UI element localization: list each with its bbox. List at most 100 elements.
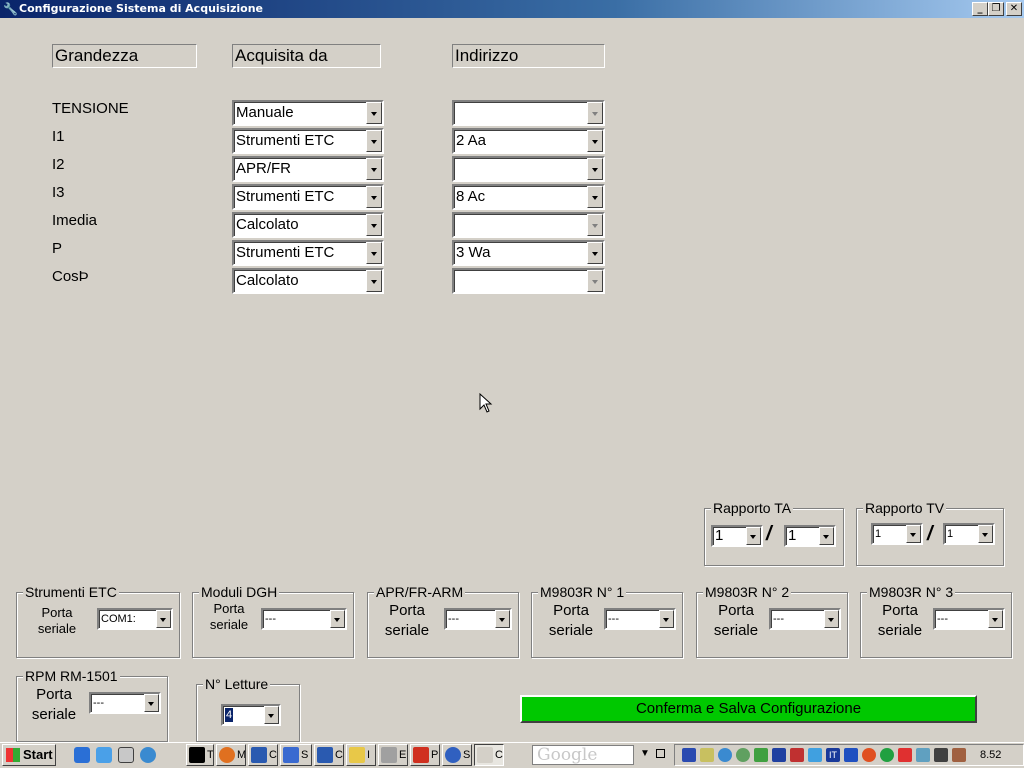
dropdown-arrow-icon[interactable] bbox=[366, 186, 382, 208]
group-title: RPM RM-1501 bbox=[23, 668, 120, 684]
address-select-i3[interactable]: 8 Ac bbox=[452, 184, 605, 210]
tray-icon[interactable] bbox=[808, 748, 822, 762]
source-value: Strumenti ETC bbox=[236, 132, 335, 149]
dropdown-arrow-icon[interactable] bbox=[978, 525, 993, 543]
source-select-tensione[interactable]: Manuale bbox=[232, 100, 384, 126]
source-select-imedia[interactable]: Calcolato bbox=[232, 212, 384, 238]
taskbar-item[interactable]: C bbox=[248, 744, 278, 766]
dropdown-arrow-icon[interactable] bbox=[587, 130, 603, 152]
dropdown-arrow-icon[interactable] bbox=[587, 186, 603, 208]
taskbar-item[interactable]: S bbox=[442, 744, 472, 766]
app-icon bbox=[445, 747, 461, 763]
restore-toolbar-icon[interactable] bbox=[656, 749, 665, 758]
dropdown-arrow-icon[interactable] bbox=[819, 527, 834, 545]
tray-icon[interactable] bbox=[790, 748, 804, 762]
tv-numerator-select[interactable]: 1 bbox=[871, 523, 923, 545]
port-select-rpm[interactable]: --- bbox=[89, 692, 161, 714]
start-button[interactable]: Start bbox=[2, 744, 56, 766]
chevron-down-icon[interactable]: ▼ bbox=[640, 748, 650, 759]
address-select-i2[interactable] bbox=[452, 156, 605, 182]
source-select-cosphi[interactable]: Calcolato bbox=[232, 268, 384, 294]
address-value: 2 Aa bbox=[456, 132, 487, 149]
taskbar-item[interactable]: C bbox=[314, 744, 344, 766]
ta-numerator-select[interactable]: 1 bbox=[711, 525, 763, 547]
taskbar-item[interactable]: T bbox=[186, 744, 214, 766]
port-select-m9803r-2[interactable]: --- bbox=[769, 608, 841, 630]
group-title: Moduli DGH bbox=[199, 584, 280, 600]
source-select-i1[interactable]: Strumenti ETC bbox=[232, 128, 384, 154]
port-select-moduli-dgh[interactable]: --- bbox=[261, 608, 347, 630]
taskbar-item[interactable]: S bbox=[280, 744, 312, 766]
language-icon[interactable]: IT bbox=[826, 748, 840, 762]
dropdown-arrow-icon[interactable] bbox=[366, 102, 382, 124]
source-select-i3[interactable]: Strumenti ETC bbox=[232, 184, 384, 210]
tray-icon[interactable] bbox=[682, 748, 696, 762]
port-select-m9803r-3[interactable]: --- bbox=[933, 608, 1005, 630]
dropdown-arrow-icon[interactable] bbox=[330, 610, 345, 628]
tray-icon[interactable] bbox=[898, 748, 912, 762]
tray-icon[interactable] bbox=[772, 748, 786, 762]
desktop-icon[interactable] bbox=[96, 747, 112, 763]
dropdown-arrow-icon[interactable] bbox=[587, 242, 603, 264]
dropdown-arrow-icon[interactable] bbox=[495, 610, 510, 628]
label-i1: I1 bbox=[52, 128, 65, 145]
notepad-icon[interactable] bbox=[118, 747, 134, 763]
dropdown-arrow-icon[interactable] bbox=[906, 525, 921, 543]
taskbar-item[interactable]: M bbox=[216, 744, 246, 766]
taskbar-item-active[interactable]: C bbox=[474, 744, 504, 766]
tray-icon[interactable] bbox=[754, 748, 768, 762]
ie-icon[interactable] bbox=[74, 747, 90, 763]
dropdown-arrow-icon[interactable] bbox=[366, 270, 382, 292]
dropdown-arrow-icon[interactable] bbox=[366, 130, 382, 152]
title-bar[interactable]: 🔧 Configurazione Sistema di Acquisizione… bbox=[0, 0, 1024, 18]
dropdown-arrow-icon[interactable] bbox=[366, 214, 382, 236]
tray-icon[interactable] bbox=[862, 748, 876, 762]
dropdown-arrow-icon[interactable] bbox=[144, 694, 159, 712]
speaker-icon[interactable] bbox=[700, 748, 714, 762]
taskbar-item[interactable]: E bbox=[378, 744, 408, 766]
tray-icon[interactable] bbox=[844, 748, 858, 762]
port-select-m9803r-1[interactable]: --- bbox=[604, 608, 676, 630]
source-select-p[interactable]: Strumenti ETC bbox=[232, 240, 384, 266]
media-player-icon[interactable] bbox=[140, 747, 156, 763]
source-value: Manuale bbox=[236, 104, 294, 121]
group-title: Strumenti ETC bbox=[23, 584, 119, 600]
port-select-strumenti-etc[interactable]: COM1: bbox=[97, 608, 173, 630]
tray-icon[interactable] bbox=[916, 748, 930, 762]
address-select-p[interactable]: 3 Wa bbox=[452, 240, 605, 266]
dropdown-arrow-icon[interactable] bbox=[264, 706, 279, 724]
port-select-apr-fr-arm[interactable]: --- bbox=[444, 608, 512, 630]
dropdown-arrow-icon[interactable] bbox=[746, 527, 761, 545]
tray-icon[interactable] bbox=[952, 748, 966, 762]
group-moduli-dgh: Moduli DGH Porta seriale --- bbox=[192, 584, 354, 658]
source-select-i2[interactable]: APR/FR bbox=[232, 156, 384, 182]
dropdown-arrow-icon[interactable] bbox=[366, 242, 382, 264]
ta-denominator-select[interactable]: 1 bbox=[784, 525, 836, 547]
tv-denominator-select[interactable]: 1 bbox=[943, 523, 995, 545]
address-select-imedia bbox=[452, 212, 605, 238]
taskbar-item[interactable]: I bbox=[346, 744, 376, 766]
dropdown-arrow-icon[interactable] bbox=[587, 158, 603, 180]
dropdown-arrow-icon[interactable] bbox=[366, 158, 382, 180]
word-icon bbox=[317, 747, 333, 763]
dropdown-arrow-icon[interactable] bbox=[824, 610, 839, 628]
dropdown-arrow-icon[interactable] bbox=[988, 610, 1003, 628]
tray-icon[interactable] bbox=[718, 748, 732, 762]
port-label: Porta seriale bbox=[37, 605, 77, 636]
source-value: Strumenti ETC bbox=[236, 188, 335, 205]
taskbar-item[interactable]: P bbox=[410, 744, 440, 766]
etc-icon bbox=[413, 747, 429, 763]
restore-button[interactable]: ❐ bbox=[988, 2, 1004, 16]
tray-icon[interactable] bbox=[880, 748, 894, 762]
letture-select[interactable]: 4 bbox=[221, 704, 281, 726]
address-select-i1[interactable]: 2 Aa bbox=[452, 128, 605, 154]
close-button[interactable]: ✕ bbox=[1006, 2, 1022, 16]
camera-icon[interactable] bbox=[934, 748, 948, 762]
tray-icon[interactable] bbox=[736, 748, 750, 762]
dropdown-arrow-icon[interactable] bbox=[659, 610, 674, 628]
source-value: Calcolato bbox=[236, 216, 299, 233]
google-search-input[interactable]: Google bbox=[532, 745, 634, 765]
minimize-button[interactable]: _ bbox=[972, 2, 988, 16]
confirm-save-button[interactable]: Conferma e Salva Configurazione bbox=[520, 695, 977, 723]
dropdown-arrow-icon[interactable] bbox=[156, 610, 171, 628]
